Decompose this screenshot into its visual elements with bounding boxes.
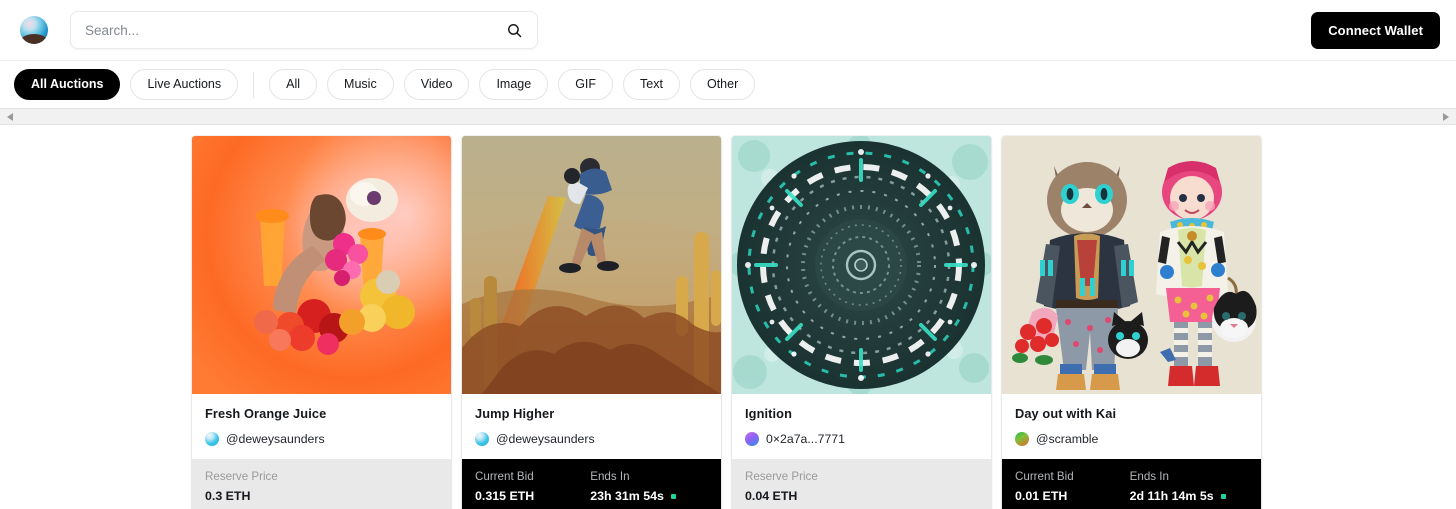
filter-chip-gif[interactable]: GIF [558, 69, 614, 100]
card-title: Jump Higher [475, 406, 555, 421]
price-value: 0.315 ETH [475, 489, 535, 503]
price-label: Reserve Price [745, 470, 818, 483]
price-label: Current Bid [1015, 470, 1074, 483]
price-value: 0.04 ETH [745, 489, 798, 503]
scroll-right-arrow-icon[interactable] [1443, 112, 1449, 121]
price-value: 0.01 ETH [1015, 489, 1068, 503]
connect-wallet-button[interactable]: Connect Wallet [1311, 11, 1440, 49]
scroll-left-arrow-icon[interactable] [7, 112, 13, 121]
live-indicator-icon [670, 493, 676, 499]
live-indicator-icon [1220, 493, 1226, 499]
card-footer: Reserve Price 0.04 ETH [732, 459, 991, 509]
price-column: Current Bid 0.01 ETH [1015, 470, 1074, 503]
card-body: Jump Higher @deweysaunders [462, 394, 721, 459]
price-value: 0.3 ETH [205, 489, 251, 503]
filter-chip-other[interactable]: Other [689, 69, 756, 100]
time-value: 2d 11h 14m 5s [1129, 489, 1214, 503]
card-body: Ignition 0×2a7a...7771 [732, 394, 991, 459]
time-value: 23h 31m 54s [590, 489, 664, 503]
card-body: Fresh Orange Juice @deweysaunders [192, 394, 451, 459]
search-icon[interactable] [503, 19, 525, 41]
card-creator[interactable]: 0×2a7a...7771 [745, 432, 978, 446]
price-column: Current Bid 0.315 ETH [475, 470, 534, 503]
card-title: Day out with Kai [1015, 406, 1117, 421]
avatar-icon [1015, 432, 1029, 446]
filter-chip-all[interactable]: All [269, 69, 318, 100]
filter-chip-live-auctions[interactable]: Live Auctions [130, 69, 239, 100]
horizontal-scrollbar[interactable] [0, 108, 1456, 125]
artwork-teal-mandala[interactable] [732, 136, 991, 394]
auction-card[interactable]: Fresh Orange Juice @deweysaunders Reserv… [192, 136, 451, 509]
filter-chip-all-auctions[interactable]: All Auctions [14, 69, 121, 100]
avatar-icon [475, 432, 489, 446]
top-bar: Connect Wallet [0, 0, 1456, 61]
filter-divider [253, 71, 255, 98]
price-column: Reserve Price 0.04 ETH [745, 470, 818, 503]
filter-chip-music[interactable]: Music [327, 69, 394, 100]
artwork-cat-girl-illustration[interactable] [1002, 136, 1261, 394]
logo-sphere-icon[interactable] [20, 16, 48, 44]
time-value-row: 2d 11h 14m 5s [1130, 489, 1226, 503]
filter-chip-text[interactable]: Text [623, 69, 680, 100]
creator-name: @scramble [1036, 432, 1099, 446]
filter-chip-image[interactable]: Image [479, 69, 549, 100]
card-footer: Current Bid 0.01 ETH Ends In 2d 11h 14m … [1002, 459, 1261, 509]
auction-card-grid: Fresh Orange Juice @deweysaunders Reserv… [0, 125, 1456, 509]
creator-name: @deweysaunders [226, 432, 325, 446]
artwork-orange-collage[interactable] [192, 136, 451, 394]
artwork-desert-jump[interactable] [462, 136, 721, 394]
filter-chip-video[interactable]: Video [403, 69, 470, 100]
auction-card[interactable]: Day out with Kai @scramble Current Bid 0… [1002, 136, 1261, 509]
card-creator[interactable]: @deweysaunders [205, 432, 438, 446]
time-label: Ends In [590, 470, 630, 483]
search-input[interactable] [85, 12, 503, 48]
auction-card[interactable]: Jump Higher @deweysaunders Current Bid 0… [462, 136, 721, 509]
price-label: Reserve Price [205, 470, 278, 483]
time-label: Ends In [1129, 470, 1169, 483]
card-body: Day out with Kai @scramble [1002, 394, 1261, 459]
time-column: Ends In 23h 31m 54s [590, 470, 676, 503]
card-footer: Reserve Price 0.3 ETH [192, 459, 451, 509]
card-title: Fresh Orange Juice [205, 406, 327, 421]
card-creator[interactable]: @deweysaunders [475, 432, 708, 446]
price-label: Current Bid [475, 470, 534, 483]
avatar-icon [745, 432, 759, 446]
time-column: Ends In 2d 11h 14m 5s [1130, 470, 1226, 503]
filter-bar: All Auctions Live Auctions All Music Vid… [0, 61, 1456, 108]
card-creator[interactable]: @scramble [1015, 432, 1248, 446]
creator-name: 0×2a7a...7771 [766, 432, 845, 446]
time-value-row: 23h 31m 54s [590, 489, 676, 503]
price-column: Reserve Price 0.3 ETH [205, 470, 278, 503]
creator-name: @deweysaunders [496, 432, 595, 446]
avatar-icon [205, 432, 219, 446]
search-bar[interactable] [70, 11, 538, 49]
auction-card[interactable]: Ignition 0×2a7a...7771 Reserve Price 0.0… [732, 136, 991, 509]
card-footer: Current Bid 0.315 ETH Ends In 23h 31m 54… [462, 459, 721, 509]
card-title: Ignition [745, 406, 792, 421]
